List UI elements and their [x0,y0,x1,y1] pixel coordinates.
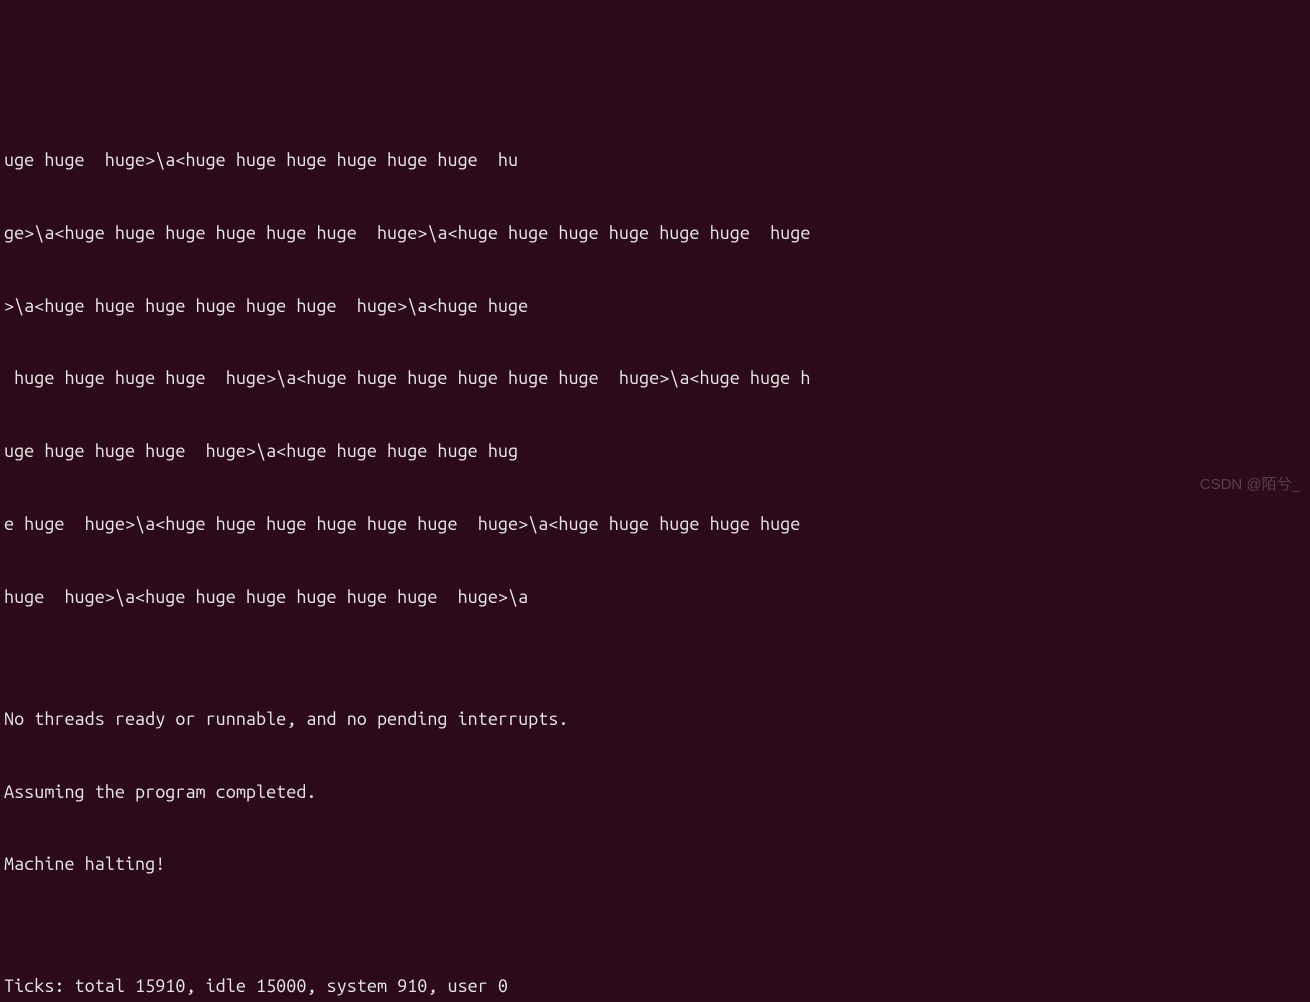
terminal-line: >\a<huge huge huge huge huge huge huge>\… [4,294,1306,318]
terminal-line: Machine halting! [4,852,1306,876]
terminal-line: Ticks: total 15910, idle 15000, system 9… [4,974,1306,998]
terminal-line: huge huge>\a<huge huge huge huge huge hu… [4,585,1306,609]
terminal-line: e huge huge>\a<huge huge huge huge huge … [4,512,1306,536]
terminal-output: uge huge huge>\a<huge huge huge huge hug… [4,99,1306,1002]
terminal-line: ge>\a<huge huge huge huge huge huge huge… [4,221,1306,245]
terminal-line: uge huge huge huge huge>\a<huge huge hug… [4,439,1306,463]
terminal-line: No threads ready or runnable, and no pen… [4,707,1306,731]
terminal-line: Assuming the program completed. [4,780,1306,804]
watermark-text: CSDN @陌兮_ [1200,475,1300,495]
terminal-line: huge huge huge huge huge>\a<huge huge hu… [4,366,1306,390]
terminal-line: uge huge huge>\a<huge huge huge huge hug… [4,148,1306,172]
